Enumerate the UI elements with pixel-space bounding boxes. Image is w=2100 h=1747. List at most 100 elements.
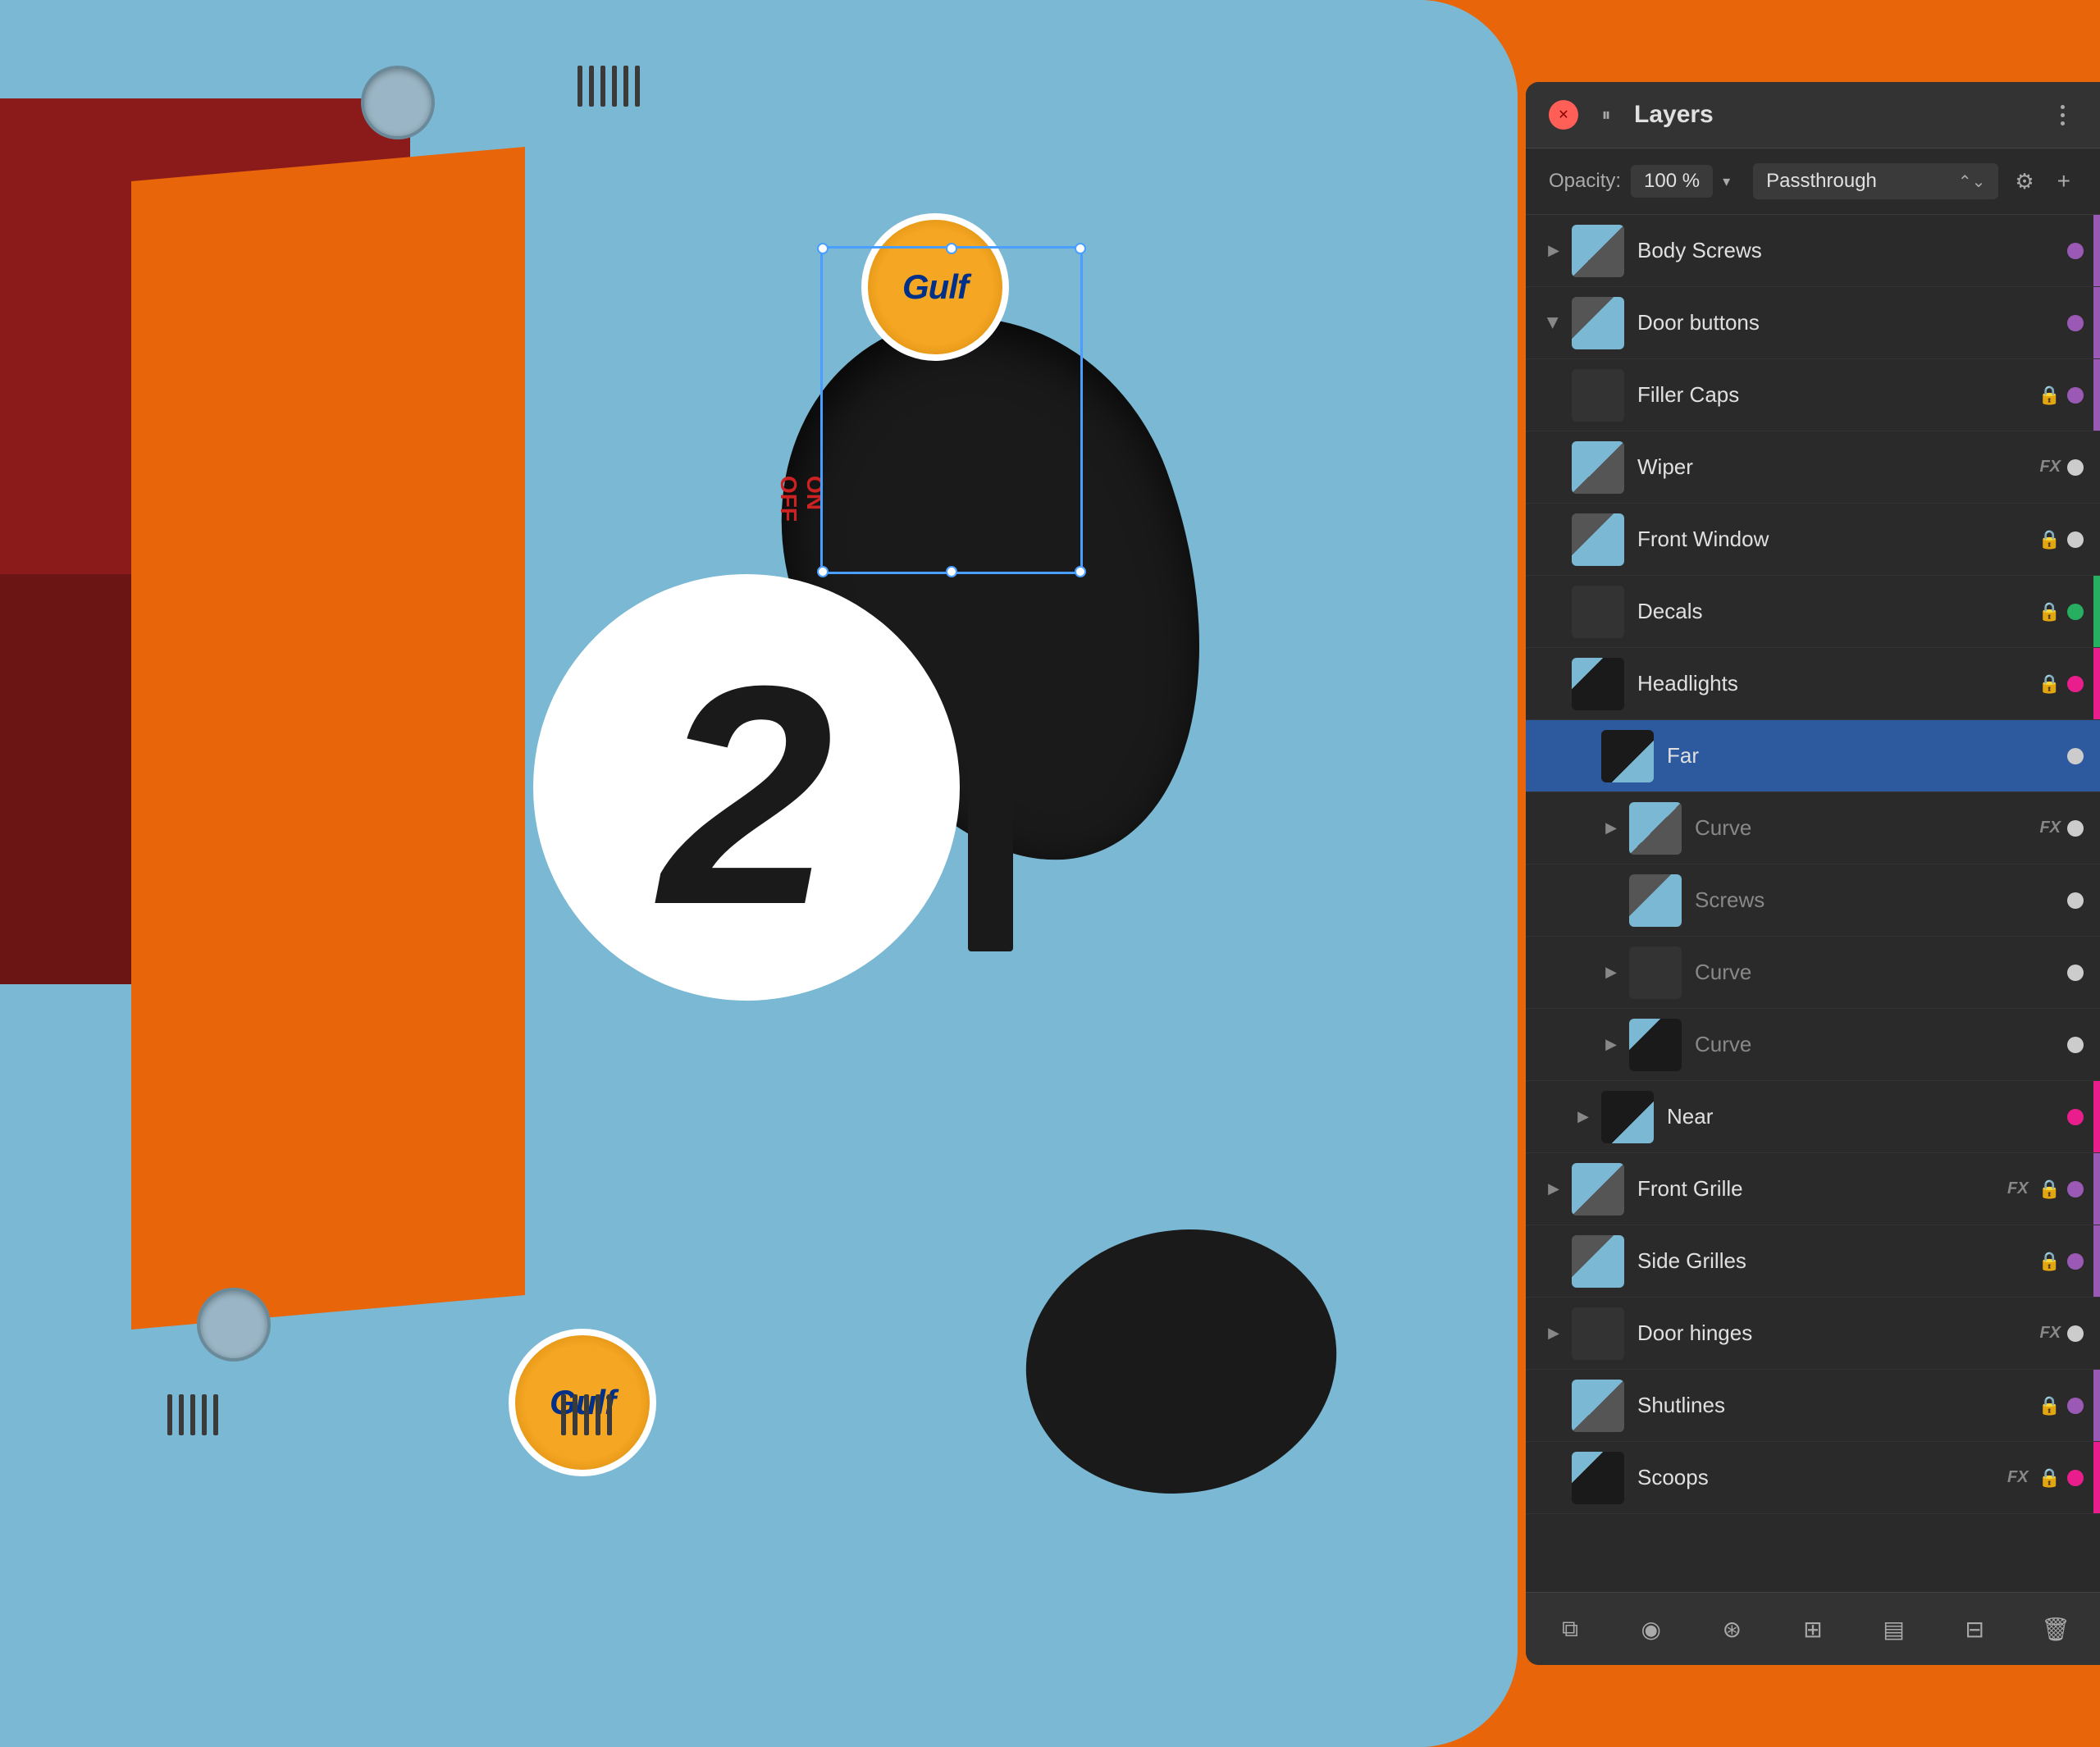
layer-item-far[interactable]: Far <box>1526 720 2100 792</box>
layer-thumb-filler-caps <box>1572 369 1624 422</box>
expand-arrow-curve-3[interactable]: ▶ <box>1600 1033 1623 1056</box>
layer-item-wiper[interactable]: WiperFX <box>1526 431 2100 504</box>
layer-thumb-shutlines <box>1572 1380 1624 1432</box>
expand-arrow-curve-1[interactable]: ▶ <box>1600 817 1623 840</box>
blend-mode-value: Passthrough <box>1766 170 1877 193</box>
layer-item-body-screws[interactable]: ▶Body Screws <box>1526 215 2100 287</box>
expand-arrow-door-hinges[interactable]: ▶ <box>1542 1322 1565 1345</box>
opacity-arrow-icon: ▾ <box>1723 173 1730 190</box>
visibility-dot-filler-caps[interactable] <box>2067 387 2084 404</box>
panel-close-button[interactable]: ✕ <box>1549 100 1578 130</box>
layer-item-curve-3[interactable]: ▶Curve <box>1526 1009 2100 1081</box>
expand-arrow-curve-2[interactable]: ▶ <box>1600 961 1623 984</box>
layer-thumb-front-grille <box>1572 1163 1624 1216</box>
layer-item-door-buttons[interactable]: ▶ Door buttons <box>1526 287 2100 359</box>
number-circle: 2 <box>533 574 960 1001</box>
layer-thumb-side-grilles <box>1572 1235 1624 1288</box>
delete-toolbar-button[interactable]: 🗑 <box>2034 1608 2077 1650</box>
fx-badge-front-grille: FX <box>2007 1179 2029 1198</box>
opacity-label: Opacity: <box>1549 170 1621 193</box>
layer-name-shutlines: Shutlines <box>1637 1393 2032 1418</box>
visibility-dot-door-hinges[interactable] <box>2067 1325 2084 1342</box>
grid-toolbar-button[interactable]: ⊟ <box>1953 1608 1996 1650</box>
layer-item-scoops[interactable]: ScoopsFX🔒 <box>1526 1442 2100 1514</box>
opacity-value[interactable]: 100 % <box>1631 165 1713 198</box>
expand-arrow-front-grille[interactable]: ▶ <box>1542 1178 1565 1201</box>
lock-icon-front-grille: 🔒 <box>2038 1179 2061 1200</box>
visibility-dot-scoops[interactable] <box>2067 1470 2084 1486</box>
layer-name-decals: Decals <box>1637 599 2032 624</box>
layer-item-screws[interactable]: Screws <box>1526 864 2100 937</box>
layer-thumb-door-buttons <box>1572 297 1624 349</box>
panel-title: Layers <box>1634 101 2034 129</box>
layer-name-curve-1: Curve <box>1695 815 2033 841</box>
visibility-dot-front-grille[interactable] <box>2067 1181 2084 1197</box>
lock-icon-scoops: 🔒 <box>2038 1467 2061 1489</box>
layer-item-headlights[interactable]: Headlights🔒 <box>1526 648 2100 720</box>
layer-icons-wiper: FX <box>2039 458 2061 477</box>
visibility-dot-body-screws[interactable] <box>2067 243 2084 259</box>
visibility-dot-side-grilles[interactable] <box>2067 1253 2084 1270</box>
layer-item-near[interactable]: ▶Near <box>1526 1081 2100 1153</box>
visibility-dot-headlights[interactable] <box>2067 676 2084 692</box>
visibility-dot-curve-2[interactable] <box>2067 965 2084 981</box>
orange-stripe <box>131 147 525 1330</box>
adjustment-toolbar-button[interactable]: ⊞ <box>1792 1608 1834 1650</box>
gulf-badge-top: Gulf <box>861 213 1009 361</box>
layer-item-filler-caps[interactable]: Filler Caps🔒 <box>1526 359 2100 431</box>
expand-arrow-door-buttons[interactable]: ▶ <box>1542 312 1565 335</box>
layer-thumb-headlights <box>1572 658 1624 710</box>
menu-dot-1 <box>2061 105 2065 109</box>
layer-icons-shutlines: 🔒 <box>2038 1395 2061 1416</box>
layer-item-front-grille[interactable]: ▶Front GrilleFX🔒 <box>1526 1153 2100 1225</box>
fx-toolbar-button[interactable]: ⊛ <box>1710 1608 1753 1650</box>
visibility-dot-door-buttons[interactable] <box>2067 315 2084 331</box>
panel-pause-button[interactable]: ⏸ <box>1591 100 1621 130</box>
layer-color-bar-headlights <box>2093 648 2100 719</box>
panel-menu-button[interactable] <box>2048 100 2077 130</box>
visibility-dot-screws[interactable] <box>2067 892 2084 909</box>
bottom-toolbar: ⧉ ◉ ⊛ ⊞ ▤ ⊟ 🗑 <box>1526 1592 2100 1665</box>
car-canvas: 2 Gulf Gulf ONOFF <box>0 0 1518 1747</box>
gear-button[interactable]: ⚙ <box>2008 166 2040 198</box>
layer-color-bar-scoops <box>2093 1442 2100 1513</box>
layer-item-decals[interactable]: Decals 🔒 <box>1526 576 2100 648</box>
vent-group-bottom-right <box>558 1394 615 1435</box>
opacity-number: 100 % <box>1644 170 1700 192</box>
layer-color-bar-filler-caps <box>2093 359 2100 431</box>
visibility-dot-curve-1[interactable] <box>2067 820 2084 837</box>
visibility-dot-front-window[interactable] <box>2067 531 2084 548</box>
layer-item-door-hinges[interactable]: ▶Door hingesFX <box>1526 1298 2100 1370</box>
layer-name-door-buttons: Door buttons <box>1637 310 2054 335</box>
mask-toolbar-button[interactable]: ◉ <box>1630 1608 1673 1650</box>
layer-thumb-scoops <box>1572 1452 1624 1504</box>
visibility-dot-shutlines[interactable] <box>2067 1398 2084 1414</box>
layer-thumb-screws <box>1629 874 1682 927</box>
visibility-dot-curve-3[interactable] <box>2067 1037 2084 1053</box>
gear-icon: ⚙ <box>2015 169 2034 194</box>
layer-thumb-near <box>1601 1091 1654 1143</box>
layer-item-curve-2[interactable]: ▶Curve <box>1526 937 2100 1009</box>
layer-item-curve-1[interactable]: ▶CurveFX <box>1526 792 2100 864</box>
layer-icons-front-grille: FX 🔒 <box>2007 1179 2061 1200</box>
layer-color-bar-front-grille <box>2093 1153 2100 1225</box>
visibility-dot-wiper[interactable] <box>2067 459 2084 476</box>
layer-icons-front-window: 🔒 <box>2038 529 2061 550</box>
duplicate-toolbar-button[interactable]: ⧉ <box>1549 1608 1591 1650</box>
layer-item-shutlines[interactable]: Shutlines 🔒 <box>1526 1370 2100 1442</box>
lock-icon-decals: 🔒 <box>2038 601 2061 623</box>
visibility-dot-decals[interactable] <box>2067 604 2084 620</box>
visibility-dot-near[interactable] <box>2067 1109 2084 1125</box>
layer-thumb-curve-3 <box>1629 1019 1682 1071</box>
layer-item-side-grilles[interactable]: Side Grilles🔒 <box>1526 1225 2100 1298</box>
group-toolbar-button[interactable]: ▤ <box>1873 1608 1915 1650</box>
expand-arrow-body-screws[interactable]: ▶ <box>1542 239 1565 262</box>
layer-item-front-window[interactable]: Front Window🔒 <box>1526 504 2100 576</box>
blend-mode-selector[interactable]: Passthrough ⌃⌄ <box>1753 163 1998 199</box>
expand-arrow-near[interactable]: ▶ <box>1572 1106 1595 1129</box>
pause-icon: ⏸ <box>1601 104 1610 125</box>
visibility-dot-far[interactable] <box>2067 748 2084 764</box>
layer-thumb-decals <box>1572 586 1624 638</box>
add-button[interactable]: + <box>2051 165 2077 198</box>
layer-list[interactable]: ▶Body Screws▶Door buttonsFiller Caps🔒Wip… <box>1526 215 2100 1592</box>
